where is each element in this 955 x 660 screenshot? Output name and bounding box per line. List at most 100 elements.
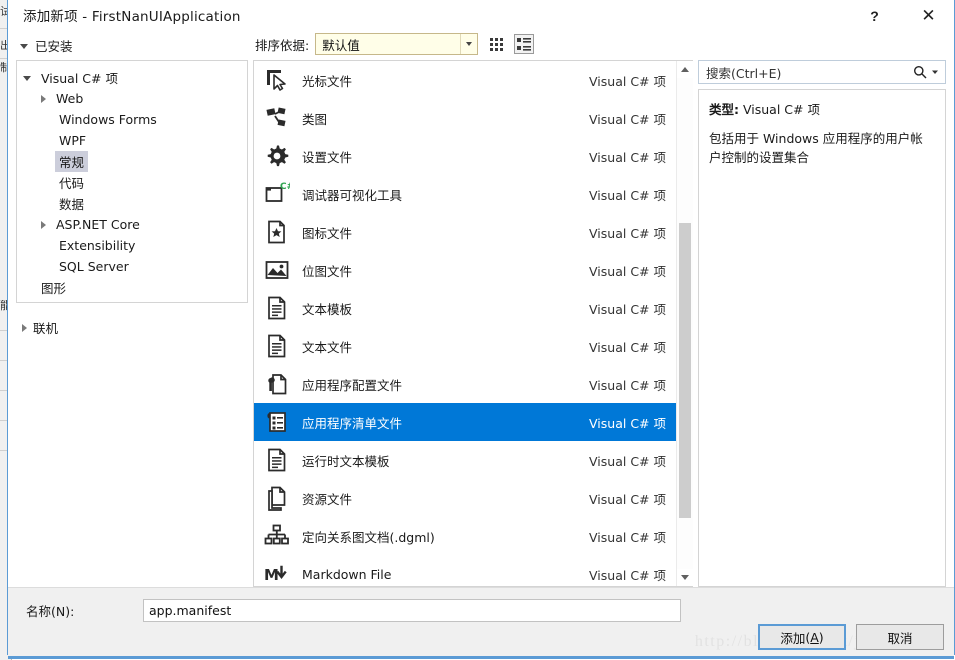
- categories-pane: Visual C# 项 Web Windows Forms WPF 常规 代码数据 ASP.…: [8, 60, 248, 587]
- scroll-down-arrow-icon[interactable]: [676, 569, 693, 586]
- installed-section-header[interactable]: 已安装: [8, 36, 248, 55]
- online-section-label: 联机: [33, 321, 59, 336]
- tree-item-5[interactable]: 代码: [17, 172, 247, 193]
- tree-item-label: WPF: [59, 133, 87, 148]
- tree-item-1[interactable]: Web: [17, 88, 247, 109]
- template-item-type: Visual C# 项: [589, 149, 666, 165]
- template-item-title: 文本文件: [302, 339, 353, 355]
- template-list-item[interactable]: 文本文件 Visual C# 项: [254, 327, 676, 365]
- app-config-icon: [262, 369, 292, 399]
- tree-item-9[interactable]: SQL Server: [17, 256, 247, 277]
- grid-view-button[interactable]: [486, 34, 506, 54]
- tree-item-3[interactable]: WPF: [17, 130, 247, 151]
- template-item-title: 设置文件: [302, 149, 353, 165]
- runtime-text-template-icon: [268, 448, 286, 472]
- list-icon: [517, 38, 532, 51]
- scrollbar-thumb[interactable]: [678, 223, 691, 518]
- tree-item-2[interactable]: Windows Forms: [17, 109, 247, 130]
- templates-list[interactable]: 光标文件 Visual C# 项类图 Visual C# 项设置文件 Visual C…: [254, 61, 676, 586]
- chevron-down-icon[interactable]: [460, 34, 478, 54]
- dialog-titlebar: 添加新项 - FirstNanUIApplication ? ✕: [8, 0, 954, 31]
- sort-by-value: 默认值: [322, 37, 360, 53]
- tree-item-0[interactable]: Visual C# 项: [17, 67, 247, 88]
- runtime-text-template-icon: [262, 445, 292, 475]
- sort-by-dropdown[interactable]: 默认值: [315, 33, 479, 55]
- template-type-value: Visual C# 项: [742, 102, 820, 117]
- class-diagram-icon: [266, 107, 286, 127]
- template-item-type: Visual C# 项: [589, 491, 666, 507]
- class-diagram-icon: [262, 103, 292, 133]
- template-item-title: 图标文件: [302, 225, 353, 241]
- chevron-down-icon[interactable]: [931, 68, 939, 76]
- template-list-item[interactable]: M Markdown File Visual C# 项: [254, 555, 676, 586]
- svg-text:M: M: [264, 566, 279, 584]
- template-item-type: Visual C# 项: [589, 377, 666, 393]
- template-item-title: 光标文件: [302, 73, 353, 89]
- close-icon[interactable]: ✕: [906, 0, 951, 31]
- template-list-item[interactable]: 图标文件 Visual C# 项: [254, 213, 676, 251]
- template-list-item[interactable]: 类图 Visual C# 项: [254, 99, 676, 137]
- template-item-type: Visual C# 项: [589, 263, 666, 279]
- markdown-icon: M: [264, 565, 287, 584]
- tree-item-4[interactable]: 常规: [17, 151, 247, 172]
- tree-item-7[interactable]: ASP.NET Core: [17, 214, 247, 235]
- chevron-down-icon[interactable]: [23, 76, 31, 81]
- category-tree[interactable]: Visual C# 项 Web Windows Forms WPF 常规 代码数据 ASP.…: [16, 60, 248, 303]
- tree-item-8[interactable]: Extensibility: [17, 235, 247, 256]
- search-input[interactable]: 搜索(Ctrl+E): [698, 60, 946, 84]
- tree-item-label: 数据: [59, 197, 85, 212]
- app-manifest-icon: [267, 412, 286, 432]
- template-list-item[interactable]: 文本模板 Visual C# 项: [254, 289, 676, 327]
- template-list-item[interactable]: 位图文件 Visual C# 项: [254, 251, 676, 289]
- template-item-title: Markdown File: [302, 566, 392, 582]
- add-button[interactable]: 添加(A): [758, 624, 846, 650]
- tree-item-label: SQL Server: [59, 259, 129, 274]
- template-item-type: Visual C# 项: [589, 567, 666, 583]
- sort-by-label: 排序依据:: [255, 37, 310, 53]
- cancel-button[interactable]: 取消: [856, 624, 944, 650]
- text-file-icon: [262, 331, 292, 361]
- name-input[interactable]: app.manifest: [143, 599, 681, 622]
- template-item-title: 应用程序清单文件: [302, 415, 403, 431]
- template-list-item[interactable]: 资源文件 Visual C# 项: [254, 479, 676, 517]
- installed-section-label: 已安装: [35, 39, 73, 54]
- templates-list-pane: 光标文件 Visual C# 项类图 Visual C# 项设置文件 Visual C…: [253, 60, 693, 587]
- template-item-title: 调试器可视化工具: [302, 187, 403, 203]
- template-type-line: 类型: Visual C# 项: [709, 99, 935, 118]
- scrollbar-track[interactable]: [676, 78, 693, 569]
- search-icon[interactable]: [913, 65, 927, 79]
- template-list-item[interactable]: 光标文件 Visual C# 项: [254, 61, 676, 99]
- gear-icon: [267, 145, 289, 167]
- tree-item-10[interactable]: 图形: [17, 277, 247, 298]
- template-item-title: 类图: [302, 111, 328, 127]
- template-list-item[interactable]: 应用程序清单文件 Visual C# 项: [254, 403, 676, 441]
- tree-item-6[interactable]: 数据: [17, 193, 247, 214]
- template-list-item[interactable]: 应用程序配置文件 Visual C# 项: [254, 365, 676, 403]
- list-view-button[interactable]: [514, 34, 535, 54]
- scroll-up-arrow-icon[interactable]: [676, 61, 693, 78]
- templates-list-scrollbar[interactable]: [676, 61, 693, 586]
- template-list-item[interactable]: 定向关系图文档(.dgml) Visual C# 项: [254, 517, 676, 555]
- template-list-item[interactable]: 设置文件 Visual C# 项: [254, 137, 676, 175]
- help-icon[interactable]: ?: [852, 0, 897, 31]
- template-item-type: Visual C# 项: [589, 529, 666, 545]
- template-list-item[interactable]: C# 调试器可视化工具 Visual C# 项: [254, 175, 676, 213]
- tree-item-label: Web: [56, 91, 84, 106]
- template-item-title: 位图文件: [302, 263, 353, 279]
- add-new-item-dialog: 添加新项 - FirstNanUIApplication ? ✕ 已安装 排序依…: [7, 0, 955, 659]
- online-section-header[interactable]: 联机: [16, 317, 248, 338]
- icon-file-icon: [268, 220, 285, 244]
- chevron-right-icon[interactable]: [41, 220, 46, 229]
- template-item-type: Visual C# 项: [589, 339, 666, 355]
- name-field-row: 名称(N): app.manifest: [8, 588, 954, 622]
- tree-item-label: ASP.NET Core: [56, 217, 140, 232]
- tree-item-label: Windows Forms: [59, 112, 157, 127]
- template-list-item[interactable]: 运行时文本模板 Visual C# 项: [254, 441, 676, 479]
- tree-item-label: 常规: [55, 151, 89, 172]
- details-pane: 搜索(Ctrl+E) 类型: Visual C# 项 包括用于 Windows …: [698, 60, 946, 587]
- name-field-label: 名称(N):: [26, 604, 75, 619]
- text-template-icon: [268, 296, 286, 320]
- app-manifest-icon: [262, 407, 292, 437]
- chevron-right-icon[interactable]: [41, 94, 46, 103]
- template-item-type: Visual C# 项: [589, 187, 666, 203]
